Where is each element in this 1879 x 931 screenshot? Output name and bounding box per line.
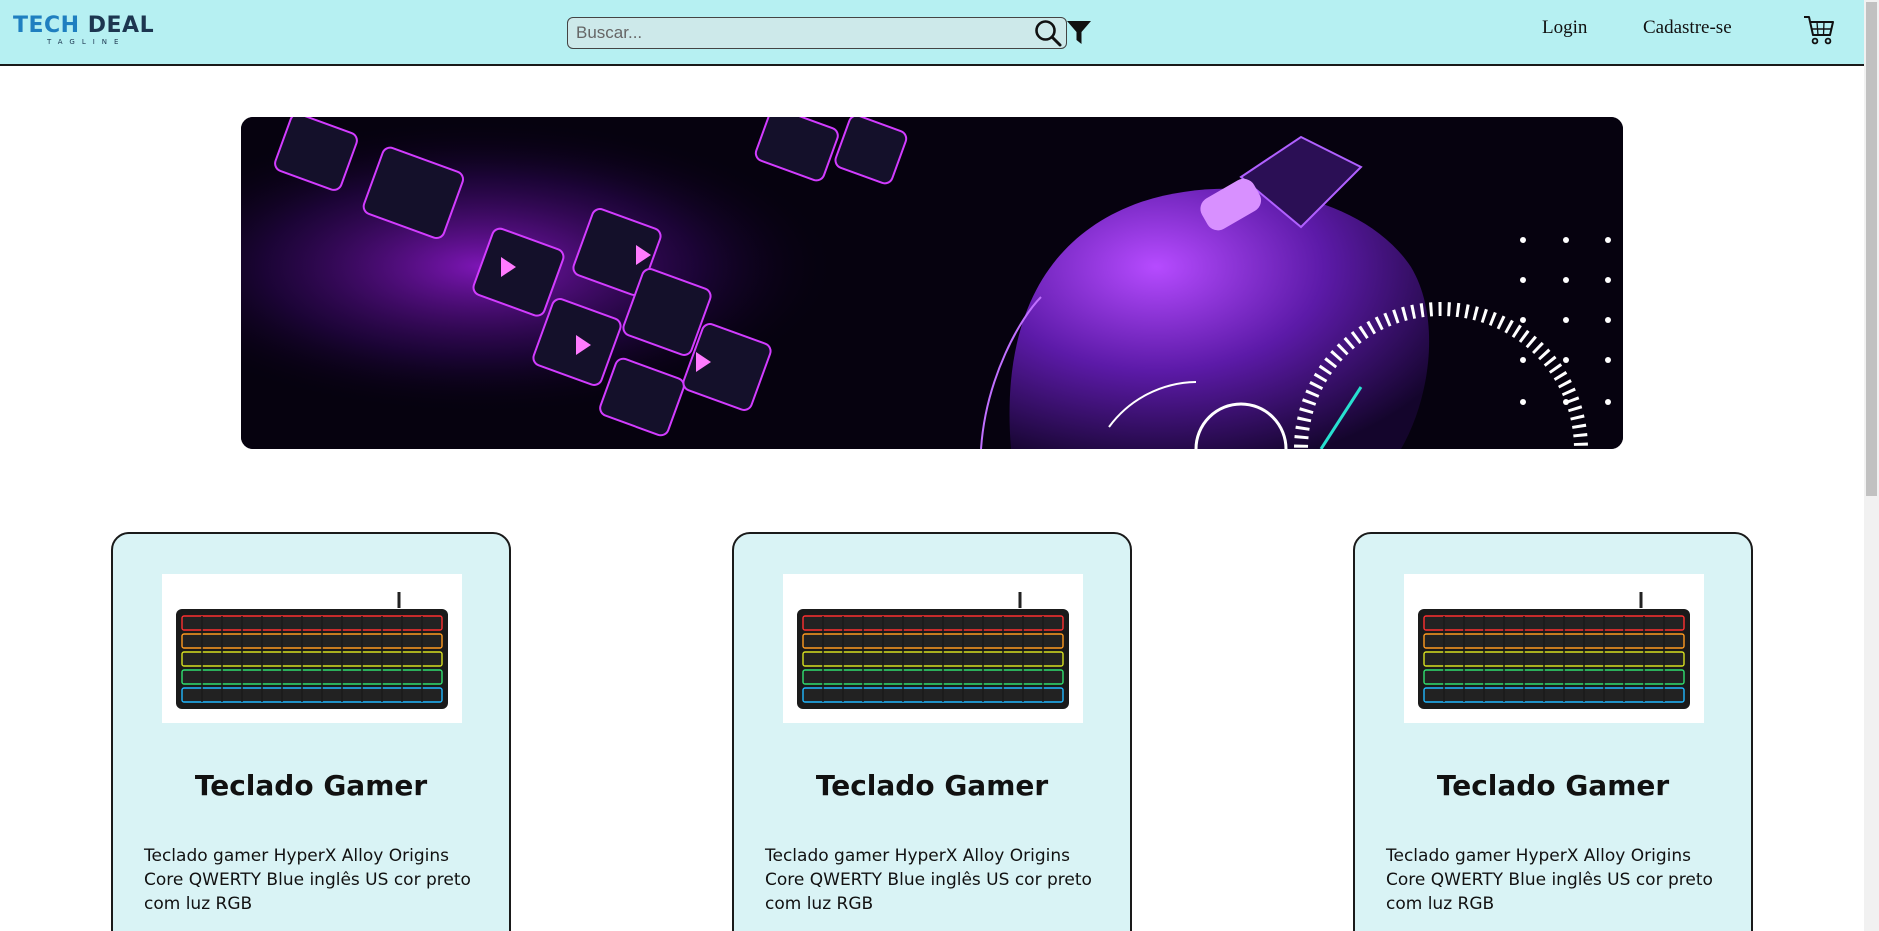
keyboard-image xyxy=(1418,592,1690,709)
product-title[interactable]: Teclado Gamer xyxy=(113,769,509,802)
search-bar xyxy=(567,17,1067,49)
product-image[interactable] xyxy=(1404,574,1704,723)
top-navbar: TECH DEAL TAGLINE Login Cadastre-se xyxy=(0,0,1864,66)
search-icon[interactable] xyxy=(1033,18,1063,48)
keyboard-image xyxy=(176,592,448,709)
login-link[interactable]: Login xyxy=(1542,17,1587,39)
brand-tagline: TAGLINE xyxy=(47,38,126,46)
cart-icon[interactable] xyxy=(1803,14,1835,46)
product-description: Teclado gamer HyperX Alloy Origins Core … xyxy=(1386,846,1713,914)
product-image[interactable] xyxy=(162,574,462,723)
brand-name-part2: DEAL xyxy=(87,13,155,38)
signup-link[interactable]: Cadastre-se xyxy=(1643,17,1732,39)
hero-banner xyxy=(241,117,1623,449)
product-image[interactable] xyxy=(783,574,1083,723)
banner-image xyxy=(241,117,1623,449)
product-card[interactable]: Teclado Gamer Teclado gamer HyperX Alloy… xyxy=(1353,532,1753,931)
search-input[interactable] xyxy=(567,17,1067,49)
brand-name: TECH DEAL xyxy=(13,13,154,38)
brand-logo[interactable]: TECH DEAL TAGLINE xyxy=(13,13,154,47)
page-scrollbar-thumb[interactable] xyxy=(1866,2,1877,496)
filter-icon[interactable] xyxy=(1066,19,1092,46)
product-title[interactable]: Teclado Gamer xyxy=(1355,769,1751,802)
product-title[interactable]: Teclado Gamer xyxy=(734,769,1130,802)
brand-name-part1: TECH xyxy=(13,13,80,38)
product-description: Teclado gamer HyperX Alloy Origins Core … xyxy=(765,846,1092,914)
product-card[interactable]: Teclado Gamer Teclado gamer HyperX Alloy… xyxy=(111,532,511,931)
product-description: Teclado gamer HyperX Alloy Origins Core … xyxy=(144,846,471,914)
product-card[interactable]: Teclado Gamer Teclado gamer HyperX Alloy… xyxy=(732,532,1132,931)
keyboard-image xyxy=(797,592,1069,709)
